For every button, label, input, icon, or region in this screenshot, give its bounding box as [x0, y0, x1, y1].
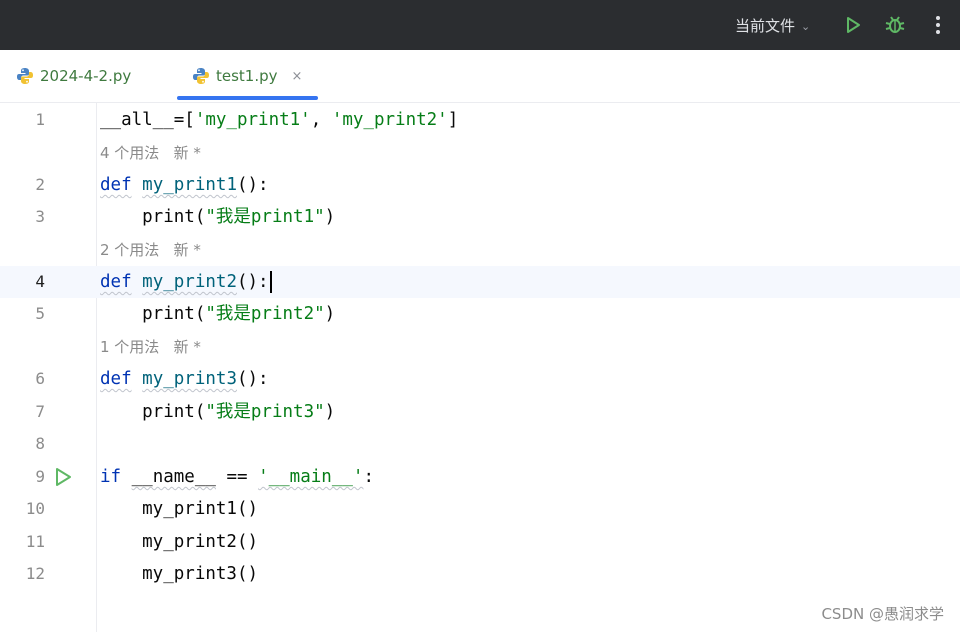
- code-text: __all__=['my_print1', 'my_print2']: [100, 110, 459, 130]
- run-button[interactable]: [841, 13, 865, 37]
- code-line-current: 4 def my_print2():: [0, 266, 960, 298]
- line-number: 1: [35, 110, 45, 129]
- line-number: 5: [35, 304, 45, 323]
- code-line: 9 if __name__ == '__main__':: [0, 461, 960, 493]
- code-line: 5 print("我是print2"): [0, 298, 960, 330]
- line-number: 6: [35, 369, 45, 388]
- code-text: if __name__ == '__main__':: [100, 467, 374, 487]
- code-text: my_print3(): [100, 564, 259, 584]
- code-text: def my_print1():: [100, 175, 269, 195]
- code-text: print("我是print3"): [100, 402, 336, 422]
- run-configuration-selector[interactable]: 当前文件 ⌄: [735, 14, 810, 36]
- usage-hint[interactable]: 2 个用法 新 *: [0, 234, 960, 266]
- code-line: 3 print("我是print1"): [0, 201, 960, 233]
- text-caret: [269, 271, 272, 293]
- python-icon: [17, 68, 33, 84]
- code-line: 2 def my_print1():: [0, 169, 960, 201]
- code-line: 12 my_print3(): [0, 558, 960, 590]
- close-icon[interactable]: ×: [292, 69, 303, 84]
- code-line: 1 __all__=['my_print1', 'my_print2']: [0, 104, 960, 136]
- line-number: 12: [25, 564, 45, 583]
- run-gutter-play-icon[interactable]: [53, 467, 73, 487]
- editor-tab-bar: 2024-4-2.py test1.py ×: [0, 50, 960, 103]
- more-actions-button[interactable]: [926, 13, 950, 37]
- line-number: 8: [35, 434, 45, 453]
- top-toolbar: 当前文件 ⌄: [0, 0, 960, 50]
- usage-hint-text[interactable]: 1 个用法 新 *: [100, 331, 201, 363]
- usage-hint-text[interactable]: 2 个用法 新 *: [100, 234, 201, 266]
- tab-test1[interactable]: test1.py ×: [192, 50, 302, 102]
- python-icon: [193, 68, 209, 84]
- run-configuration-label: 当前文件: [735, 16, 796, 35]
- line-number: 7: [35, 402, 45, 421]
- watermark: CSDN @愚润求学: [821, 605, 944, 623]
- active-tab-indicator: [177, 96, 318, 100]
- bug-icon: [885, 16, 905, 33]
- tab-label: test1.py: [216, 67, 278, 85]
- line-number: 4: [35, 272, 45, 291]
- code-line: 11 my_print2(): [0, 526, 960, 558]
- tab-2024-4-2[interactable]: 2024-4-2.py: [16, 50, 131, 102]
- code-text: def my_print2():: [100, 266, 272, 298]
- code-editor[interactable]: 1 __all__=['my_print1', 'my_print2'] 4 个…: [0, 103, 960, 632]
- line-number: 9: [35, 467, 45, 486]
- line-number: 10: [25, 499, 45, 518]
- code-line: 10 my_print1(): [0, 493, 960, 525]
- line-number: 11: [25, 532, 45, 551]
- usage-hint-text[interactable]: 4 个用法 新 *: [100, 137, 201, 169]
- play-icon: [847, 17, 860, 33]
- code-text: print("我是print1"): [100, 207, 336, 227]
- debug-button[interactable]: [883, 13, 907, 37]
- line-number: 3: [35, 207, 45, 226]
- code-text: my_print2(): [100, 532, 259, 552]
- code-line: 6 def my_print3():: [0, 363, 960, 395]
- code-text: my_print1(): [100, 499, 259, 519]
- code-line: 8: [0, 428, 960, 460]
- line-number: 2: [35, 175, 45, 194]
- usage-hint[interactable]: 1 个用法 新 *: [0, 331, 960, 363]
- usage-hint[interactable]: 4 个用法 新 *: [0, 137, 960, 169]
- code-text: print("我是print2"): [100, 304, 336, 324]
- code-line: 7 print("我是print3"): [0, 396, 960, 428]
- code-text: def my_print3():: [100, 369, 269, 389]
- more-vertical-icon: [936, 16, 940, 34]
- chevron-down-icon: ⌄: [801, 19, 811, 33]
- tab-label: 2024-4-2.py: [40, 67, 132, 85]
